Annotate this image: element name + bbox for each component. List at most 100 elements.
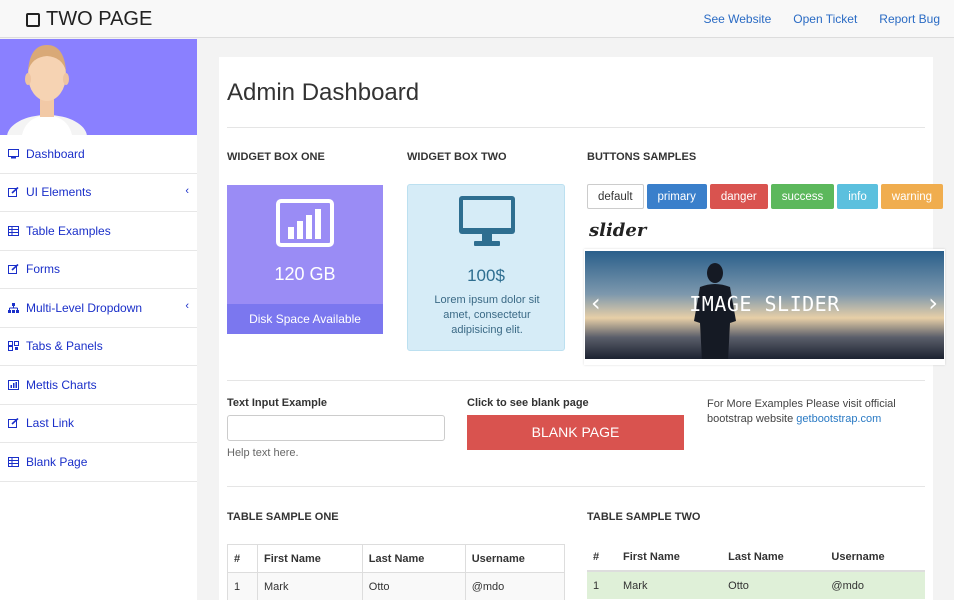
widget-box-one: 120 GB Disk Space Available [227,185,383,334]
nav-link-open-ticket[interactable]: Open Ticket [793,12,857,26]
bootstrap-link[interactable]: getbootstrap.com [796,413,881,425]
edit-icon [8,264,19,275]
sidebar-item-label: Mettis Charts [26,377,97,392]
sidebar-item-label: Table Examples [26,223,111,238]
desktop-icon [459,196,515,246]
table-header-row: # First Name Last Name Username [227,544,566,573]
sidebar-item-label: Tabs & Panels [26,339,103,354]
column-header: # [587,544,617,572]
table-cell: @mdo [464,572,566,600]
info-button[interactable]: info [837,184,878,209]
image-slider[interactable]: IMAGE SLIDER ‹ › [584,249,945,365]
sidebar-item-mettis-charts[interactable]: Mettis Charts [0,366,197,405]
sidebar-item-dashboard[interactable]: Dashboard [0,135,197,174]
table-row: 1 Mark Otto @mdo [227,572,566,600]
nav-link-see-website[interactable]: See Website [703,12,771,26]
chevron-left-icon: ‹ [185,300,189,312]
table-cell: @mdo [825,571,925,599]
bar-chart-icon [276,199,334,247]
sidebar-item-blank-page[interactable]: Blank Page [0,443,197,482]
brand-title: TWO PAGE [46,8,153,30]
user-panel [0,39,197,135]
table-sample-two: # First Name Last Name Username 1 Mark O… [587,544,925,599]
table-cell: 1 [227,572,258,600]
danger-button[interactable]: danger [709,184,768,209]
sidebar-item-label: Last Link [26,416,75,431]
sitemap-icon [8,302,19,313]
table-cell: 1 [587,571,617,599]
sidebar-item-label: Blank Page [26,454,88,469]
slider-next-icon[interactable]: › [928,289,938,317]
success-button[interactable]: success [770,184,835,209]
sidebar-item-multi-level-dropdown[interactable]: Multi-Level Dropdown ‹ [0,289,197,328]
divider [227,127,925,128]
bar-chart-icon [8,379,19,390]
table-cell: Otto [361,572,466,600]
blank-page-button[interactable]: BLANK PAGE [467,415,684,450]
sidebar-item-last-link[interactable]: Last Link [0,405,197,443]
buttons-heading: BUTTONS SAMPLES [587,151,697,163]
brand-logo[interactable]: TWO PAGE [26,8,152,31]
widget-two-value: 100$ [467,266,505,285]
default-button[interactable]: default [587,184,644,209]
button-samples: default primary danger success info warn… [587,184,944,209]
column-header: Last Name [361,544,466,573]
avatar [7,45,87,135]
square-icon [26,12,40,27]
table-icon [8,456,19,467]
slider-caption: IMAGE SLIDER [689,292,840,316]
table-cell: Mark [617,571,723,599]
sidebar-item-tabs-panels[interactable]: Tabs & Panels [0,328,197,366]
sidebar-item-label: UI Elements [26,185,92,200]
sidebar-item-ui-elements[interactable]: UI Elements ‹ [0,174,197,212]
nav-link-report-bug[interactable]: Report Bug [879,12,940,26]
column-header: # [227,544,258,573]
column-header: Username [464,544,566,573]
qrcode-icon [8,341,19,352]
widget-two-description: Lorem ipsum dolor sit amet, consectetur … [434,294,540,336]
widget-two-heading: WIDGET BOX TWO [407,151,507,163]
column-header: First Name [617,544,723,572]
table-sample-one: # First Name Last Name Username 1 Mark O… [227,544,566,600]
column-header: Last Name [722,544,826,572]
slider-prev-icon[interactable]: ‹ [591,289,601,317]
table-row: 1 Mark Otto @mdo [587,571,925,599]
chevron-left-icon: ‹ [185,184,189,197]
table-icon [8,225,19,236]
table-cell: Mark [257,572,363,600]
more-examples-text: For More Examples Please visit official … [707,397,917,427]
nav-links: See Website Open Ticket Report Bug [703,12,940,26]
edit-icon [8,187,19,198]
sidebar: Dashboard UI Elements ‹ Table Examples F… [0,39,197,600]
table-one-heading: TABLE SAMPLE ONE [227,511,339,523]
blank-page-label: Click to see blank page [467,397,589,409]
top-navbar: TWO PAGE See Website Open Ticket Report … [0,0,954,38]
edit-icon [8,418,19,429]
monitor-icon [8,148,19,159]
column-header: Username [825,544,925,572]
text-input-label: Text Input Example [227,397,328,409]
slider-heading: slider [589,220,647,241]
widget-box-two: 100$ Lorem ipsum dolor sit amet, consect… [407,184,565,351]
sidebar-item-table-examples[interactable]: Table Examples [0,212,197,251]
sidebar-item-label: Forms [26,262,60,277]
text-input-field[interactable] [227,415,445,441]
sidebar-item-label: Multi-Level Dropdown [26,300,143,315]
warning-button[interactable]: warning [880,184,944,209]
sidebar-item-forms[interactable]: Forms [0,251,197,289]
table-cell: Otto [722,571,826,599]
widget-one-heading: WIDGET BOX ONE [227,151,325,163]
slider-image: IMAGE SLIDER ‹ › [585,251,944,359]
divider [227,380,925,381]
page-title: Admin Dashboard [227,79,420,106]
sidebar-item-label: Dashboard [26,146,85,161]
column-header: First Name [257,544,363,573]
widget-one-footer: Disk Space Available [227,304,383,334]
table-two-heading: TABLE SAMPLE TWO [587,511,701,523]
widget-one-value: 120 GB [274,264,336,284]
primary-button[interactable]: primary [646,184,707,209]
help-text: Help text here. [227,447,299,459]
divider [227,486,925,487]
table-header-row: # First Name Last Name Username [587,544,925,572]
main-content: Admin Dashboard WIDGET BOX ONE WIDGET BO… [219,57,945,600]
